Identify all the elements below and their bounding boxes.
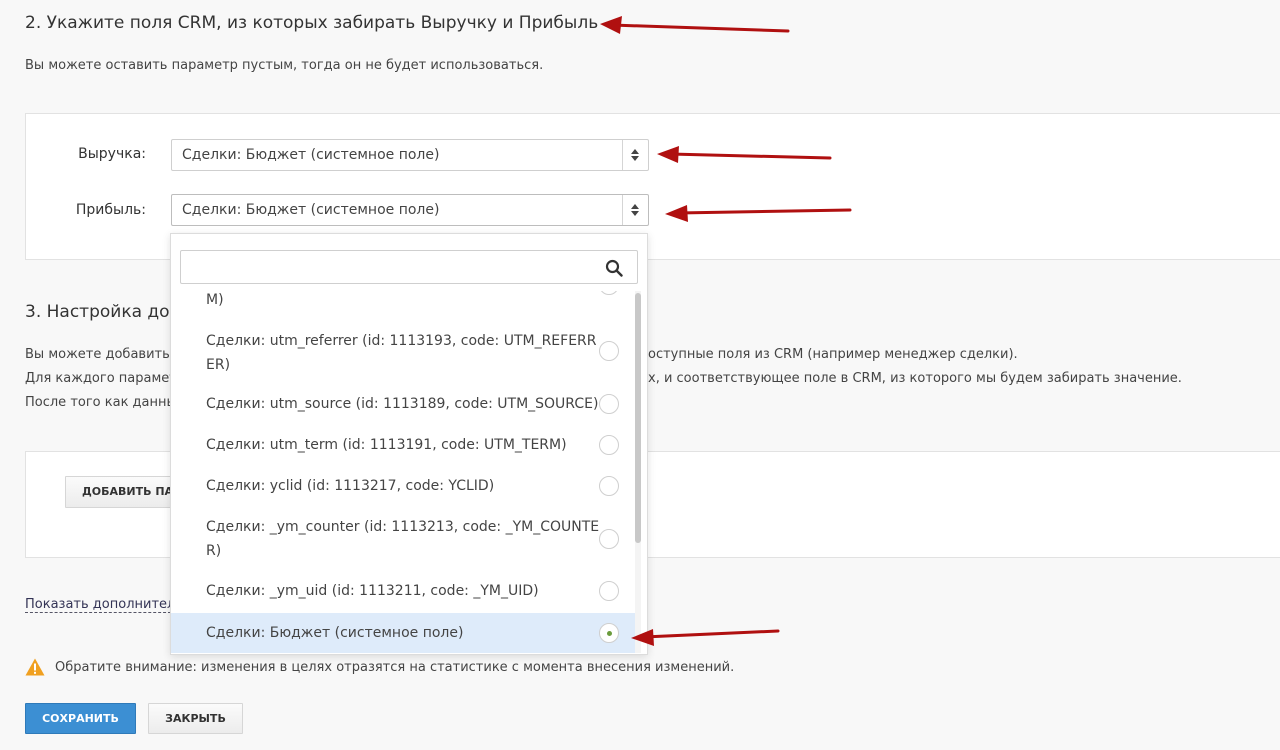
revenue-select[interactable]: Сделки: Бюджет (системное поле) xyxy=(171,139,649,171)
dropdown-option-selected[interactable]: Сделки: Бюджет (системное поле) xyxy=(171,613,635,653)
profit-label: Прибыль: xyxy=(75,202,146,218)
radio-button[interactable] xyxy=(599,291,619,295)
dropdown-option[interactable]: Сделки: _ym_uid (id: 1113211, code: _YM_… xyxy=(171,574,635,610)
profit-select[interactable]: Сделки: Бюджет (системное поле) xyxy=(171,194,649,226)
warning-icon xyxy=(25,658,45,676)
search-icon xyxy=(605,259,623,277)
dropdown-option[interactable]: Сделки: _ym_counter (id: 1113213, code: … xyxy=(171,509,635,569)
section3-title: 3. Настройка доп xyxy=(25,302,181,322)
dropdown-option-label: Сделки: utm_source (id: 1113189, code: U… xyxy=(206,396,599,412)
profit-select-value: Сделки: Бюджет (системное поле) xyxy=(182,202,440,218)
dropdown-option-label: Сделки: Бюджет (системное поле) xyxy=(206,625,464,641)
revenue-select-value: Сделки: Бюджет (системное поле) xyxy=(182,147,440,163)
close-button[interactable]: ЗАКРЫТЬ xyxy=(148,703,243,734)
dropdown-option-label: М) xyxy=(206,292,224,308)
dropdown-search-input[interactable] xyxy=(180,250,638,284)
radio-button[interactable] xyxy=(599,476,619,496)
dropdown-option[interactable]: Сделки: utm_term (id: 1113191, code: UTM… xyxy=(171,428,635,464)
radio-button[interactable] xyxy=(599,581,619,601)
select-arrows-icon xyxy=(622,140,648,170)
section3-desc-line1-left: Вы можете добавить д xyxy=(25,347,183,362)
annotation-arrow-icon xyxy=(631,629,780,646)
radio-button[interactable] xyxy=(599,341,619,361)
scrollbar-thumb[interactable] xyxy=(635,293,641,543)
dropdown-option[interactable]: Сделки: utm_source (id: 1113189, code: U… xyxy=(171,387,635,423)
revenue-label: Выручка: xyxy=(78,146,146,162)
dropdown-option-label: Сделки: yclid (id: 1113217, code: YCLID) xyxy=(206,478,495,494)
save-button[interactable]: СОХРАНИТЬ xyxy=(25,703,136,734)
dropdown-option[interactable]: Сделки: yclid (id: 1113217, code: YCLID) xyxy=(171,469,635,505)
section3-desc-line3-left: После того как данны xyxy=(25,395,177,410)
radio-button[interactable] xyxy=(599,435,619,455)
annotation-arrow-icon xyxy=(600,16,790,34)
dropdown-options-list: М) Сделки: utm_referrer (id: 1113193, co… xyxy=(171,291,635,653)
section3-desc-line1-right: оступные поля из CRM (например менеджер … xyxy=(648,347,1018,362)
radio-button[interactable] xyxy=(599,394,619,414)
dropdown-option-label: Сделки: utm_referrer (id: 1113193, code:… xyxy=(206,333,597,373)
section3-desc-line2-left: Для каждого парамет xyxy=(25,371,177,386)
profit-dropdown: М) Сделки: utm_referrer (id: 1113193, co… xyxy=(170,233,648,655)
section2-title: 2. Укажите поля CRM, из которых забирать… xyxy=(25,13,599,33)
dropdown-option-label: Сделки: _ym_counter (id: 1113213, code: … xyxy=(206,519,600,559)
section2-description: Вы можете оставить параметр пустым, тогд… xyxy=(25,58,544,73)
dropdown-scrollbar[interactable] xyxy=(635,291,641,653)
section3-desc-line2-right: х, и соответствующее поле в CRM, из кото… xyxy=(648,371,1182,386)
select-arrows-icon xyxy=(622,195,648,225)
dropdown-option[interactable]: М) xyxy=(171,291,635,311)
radio-button-checked[interactable] xyxy=(599,623,619,643)
show-more-link[interactable]: Показать дополнительн xyxy=(25,597,171,613)
dropdown-option[interactable]: Сделки: utm_referrer (id: 1113193, code:… xyxy=(171,321,635,381)
dropdown-option-label: Сделки: _ym_uid (id: 1113211, code: _YM_… xyxy=(206,583,539,599)
radio-button[interactable] xyxy=(599,529,619,549)
dropdown-option-label: Сделки: utm_term (id: 1113191, code: UTM… xyxy=(206,437,567,453)
notice-text: Обратите внимание: изменения в целях отр… xyxy=(55,660,735,675)
